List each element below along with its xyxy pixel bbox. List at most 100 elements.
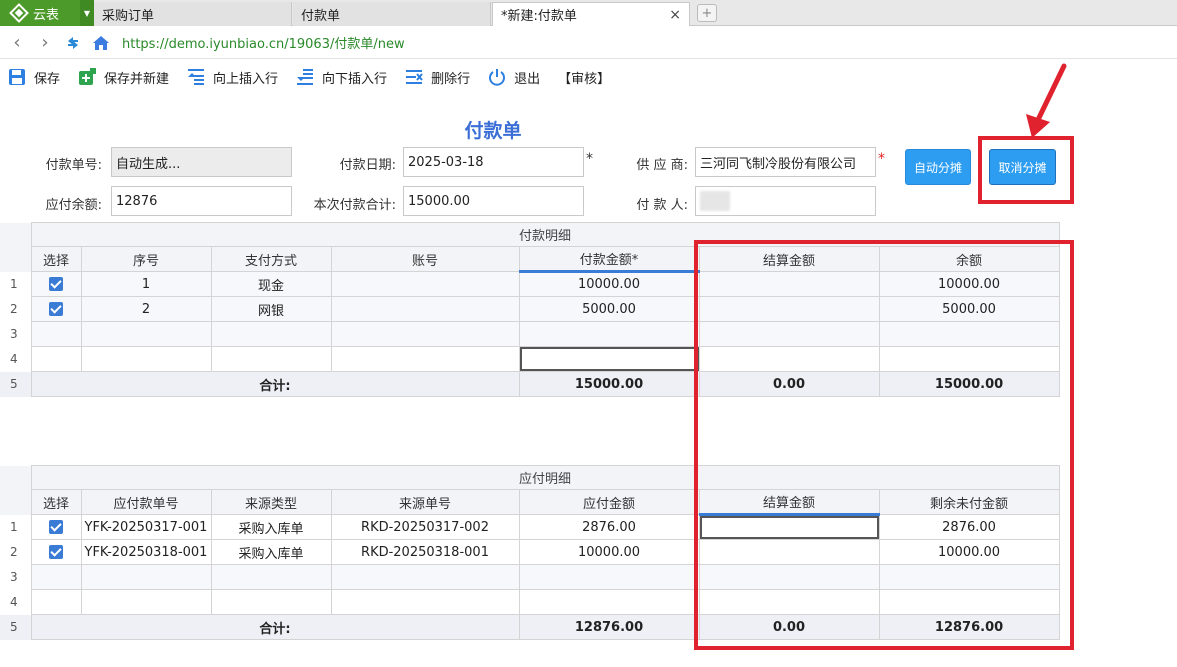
column-header[interactable]: 选择 [30,246,82,272]
insert-row-above-label: 向上插入行 [213,71,279,87]
annotation-highlight-box [978,136,1074,204]
source-no-cell[interactable]: RKD-20250318-001 [330,539,520,565]
delete-row-button[interactable]: 删除行 [405,68,470,87]
column-header[interactable]: 付款金额* [518,246,700,273]
annotation-highlight-box [694,240,1074,650]
refresh-icon[interactable] [62,32,84,54]
row-select-checkbox[interactable] [30,296,82,322]
payment-date-field[interactable]: 2025-03-18 [403,147,584,177]
column-header[interactable]: 序号 [80,246,212,272]
row-number: 2 [0,539,32,565]
checkbox-checked-icon[interactable] [49,277,63,291]
row-number: 1 [0,271,32,297]
toolbar: 保存 保存并新建 向上插入行 向下插入行 删除行 退出 【审核】 [0,60,1177,94]
row-select-checkbox[interactable] [30,514,82,540]
tab-label: 付款单 [301,8,341,24]
insert-row-below-label: 向下插入行 [322,71,388,87]
row-number: 4 [0,346,32,372]
amount-cell[interactable]: 10000.00 [518,271,700,297]
tab-close-icon[interactable]: × [669,7,681,23]
insert-row-above-button[interactable]: 向上插入行 [187,68,278,87]
source-no-cell[interactable]: RKD-20250317-002 [330,514,520,540]
total-label: 合计: [30,371,520,397]
tab-purchase-order[interactable]: 采购订单 [94,2,292,26]
source-type-cell[interactable]: 采购入库单 [210,514,332,540]
payment-no-label: 付款单号: [45,158,102,173]
payment-date-label: 付款日期: [339,158,396,173]
row-number: 3 [0,321,32,347]
redacted-payer [700,191,730,211]
audit-button[interactable]: 【审核】 [558,68,610,87]
delete-row-icon [406,70,423,84]
annotation-arrow-icon [1026,63,1067,138]
supplier-field[interactable]: 三河同飞制冷股份有限公司 [695,147,876,177]
back-arrow-icon[interactable]: ‹ [6,32,28,54]
payable-balance-label: 应付余额: [45,198,102,213]
payer-field[interactable] [695,186,876,216]
save-label: 保存 [34,71,61,87]
required-mark: * [586,151,593,167]
payable-no-cell[interactable]: YFK-20250317-001 [80,514,212,540]
insert-below-icon [297,69,314,85]
delete-row-label: 删除行 [431,71,471,87]
row-select-checkbox[interactable] [30,539,82,565]
tab-payment-list[interactable]: 付款单 [293,2,491,26]
column-header[interactable]: 账号 [330,246,520,272]
save-icon [9,69,25,85]
app-brand-label: 云表 [33,7,60,23]
column-header[interactable]: 应付款单号 [80,489,212,515]
forward-arrow-icon[interactable]: › [34,32,56,54]
column-header[interactable]: 应付金额 [518,489,700,515]
this-payment-total-field[interactable]: 15000.00 [403,186,584,216]
tab-label: 采购订单 [102,8,155,24]
payable-balance-field[interactable]: 12876 [111,186,292,216]
column-header[interactable]: 选择 [30,489,82,515]
browser-tab-bar: 云表 ▼ 采购订单 付款单 *新建:付款单 × + [0,0,1177,26]
app-brand-menu[interactable]: 云表 [0,0,80,26]
supplier-label: 供 应 商: [636,158,688,173]
method-cell[interactable]: 网银 [210,296,332,322]
payable-amount-cell[interactable]: 2876.00 [518,514,700,540]
total-label: 合计: [30,614,520,640]
source-type-cell[interactable]: 采购入库单 [210,539,332,565]
auto-allocate-button[interactable]: 自动分摊 [905,149,971,185]
insert-above-icon [188,69,205,85]
this-payment-total-label: 本次付款合计: [313,198,396,213]
method-cell[interactable]: 现金 [210,271,332,297]
payment-no-field: 自动生成... [111,147,292,177]
exit-button[interactable]: 退出 [488,68,540,87]
tab-new-payment[interactable]: *新建:付款单 × [492,2,690,26]
seq-cell[interactable]: 2 [80,296,212,322]
page-title: 付款单 [464,120,522,142]
checkbox-checked-icon[interactable] [49,520,63,534]
exit-label: 退出 [514,71,541,87]
url-text[interactable]: https://demo.iyunbiao.cn/19063/付款单/new [122,33,405,52]
new-tab-button[interactable]: + [697,4,717,22]
account-cell[interactable] [330,296,520,322]
insert-row-below-button[interactable]: 向下插入行 [296,68,387,87]
home-icon[interactable] [90,32,112,54]
amount-cell[interactable]: 5000.00 [518,296,700,322]
payable-amount-cell[interactable]: 10000.00 [518,539,700,565]
save-button[interactable]: 保存 [8,68,60,87]
checkbox-checked-icon[interactable] [49,545,63,559]
brand-dropdown-caret-icon[interactable]: ▼ [80,0,94,26]
required-mark: * [878,151,885,167]
save-and-new-button[interactable]: 保存并新建 [78,68,169,87]
payable-no-cell[interactable]: YFK-20250318-001 [80,539,212,565]
column-header[interactable]: 来源类型 [210,489,332,515]
row-number: 1 [0,514,32,540]
seq-cell[interactable]: 1 [80,271,212,297]
row-number: 3 [0,564,32,590]
tab-label: *新建:付款单 [501,9,577,24]
row-select-checkbox[interactable] [30,271,82,297]
checkbox-checked-icon[interactable] [49,302,63,316]
row-number: 4 [0,589,32,615]
save-and-new-label: 保存并新建 [104,71,170,87]
active-cell[interactable] [518,346,700,372]
account-cell[interactable] [330,271,520,297]
column-header[interactable]: 支付方式 [210,246,332,272]
save-new-icon [79,68,97,85]
column-header[interactable]: 来源单号 [330,489,520,515]
address-bar: ‹ › https://demo.iyunbiao.cn/19063/付款单/n… [0,27,1177,59]
